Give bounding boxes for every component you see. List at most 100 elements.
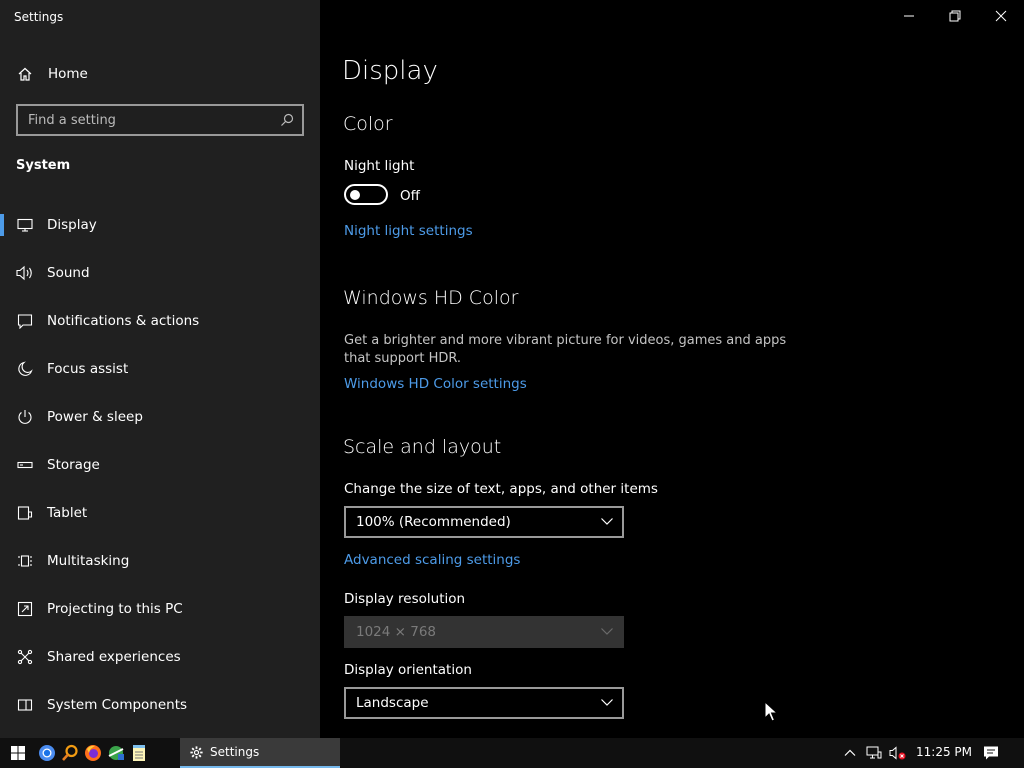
close-icon	[995, 10, 1007, 22]
sidebar-item-label: Sound	[47, 265, 90, 281]
storage-icon	[16, 456, 34, 474]
firefox-icon	[85, 745, 101, 761]
taskbar-settings-app[interactable]: Settings	[180, 738, 340, 768]
sidebar-item-sound[interactable]: Sound	[0, 249, 320, 297]
network-tray-button[interactable]	[864, 738, 884, 768]
taskbar-search-app[interactable]	[59, 738, 81, 768]
app-title: Settings	[14, 10, 64, 24]
taskbar-firefox[interactable]	[82, 738, 104, 768]
toggle-knob	[350, 189, 360, 200]
sidebar-item-label: Shared experiences	[47, 649, 181, 665]
heading-scale-layout: Scale and layout	[343, 436, 502, 458]
resolution-dropdown[interactable]: 1024 × 768	[344, 616, 624, 648]
search-box[interactable]	[16, 104, 304, 136]
power-icon	[16, 408, 34, 426]
orientation-dropdown-value: Landscape	[356, 695, 429, 711]
taskbar-network-app[interactable]	[105, 738, 127, 768]
sidebar-item-label: Projecting to this PC	[47, 601, 183, 617]
orientation-dropdown[interactable]: Landscape	[344, 687, 624, 719]
sidebar-item-multitasking[interactable]: Multitasking	[0, 537, 320, 585]
search-icon[interactable]	[272, 106, 302, 134]
hd-color-description: Get a brighter and more vibrant picture …	[344, 333, 787, 366]
action-center-icon	[984, 746, 998, 760]
start-button[interactable]	[0, 738, 36, 768]
sidebar-item-storage[interactable]: Storage	[0, 441, 320, 489]
main-content: Display Color Night light Off Night ligh…	[320, 0, 1024, 738]
moon-icon	[16, 360, 34, 378]
restore-button[interactable]	[932, 0, 978, 32]
sidebar-item-power-sleep[interactable]: Power & sleep	[0, 393, 320, 441]
magnifier-icon	[62, 744, 78, 761]
hd-color-settings-link[interactable]: Windows HD Color settings	[344, 376, 527, 392]
sidebar-item-label: Tablet	[47, 505, 88, 521]
scale-dropdown-value: 100% (Recommended)	[356, 514, 511, 530]
sidebar-item-label: System Components	[47, 697, 188, 713]
taskbar-notepad[interactable]	[128, 738, 150, 768]
minimize-button[interactable]	[886, 0, 932, 32]
chevron-down-icon	[600, 624, 614, 642]
close-button[interactable]	[978, 0, 1024, 32]
shared-icon	[16, 648, 34, 666]
sidebar-item-shared-experiences[interactable]: Shared experiences	[0, 633, 320, 681]
resolution-dropdown-value: 1024 × 768	[356, 624, 437, 640]
sidebar-item-label: Notifications & actions	[47, 313, 200, 329]
sidebar: Settings Home System Display Sound	[0, 0, 320, 738]
show-hidden-icons-button[interactable]	[840, 738, 860, 768]
sidebar-item-label: Focus assist	[47, 361, 129, 377]
page-title: Display	[342, 56, 438, 86]
night-light-toggle[interactable]	[344, 184, 388, 205]
taskbar: Settings 11:25 PM	[0, 738, 1024, 768]
restore-icon	[949, 10, 961, 22]
night-light-state: Off	[400, 188, 420, 204]
home-label: Home	[48, 66, 88, 82]
heading-hd-color: Windows HD Color	[343, 287, 519, 309]
sidebar-item-projecting[interactable]: Projecting to this PC	[0, 585, 320, 633]
section-label-system: System	[16, 158, 71, 173]
taskbar-settings-label: Settings	[210, 745, 260, 759]
notification-icon	[16, 312, 34, 330]
globe-app-icon	[108, 746, 124, 760]
cursor-arrow-icon	[764, 700, 779, 722]
sidebar-item-label: Display	[47, 217, 97, 233]
mouse-cursor	[764, 700, 779, 727]
chevron-down-icon	[600, 695, 614, 713]
home-icon	[16, 65, 34, 83]
resolution-label: Display resolution	[344, 591, 466, 607]
sidebar-item-system-components[interactable]: System Components	[0, 681, 320, 729]
scale-size-label: Change the size of text, apps, and other…	[344, 481, 658, 497]
gear-icon	[190, 745, 203, 759]
sidebar-item-notifications[interactable]: Notifications & actions	[0, 297, 320, 345]
taskbar-clock[interactable]: 11:25 PM	[916, 745, 972, 759]
nav-list: Display Sound Notifications & actions Fo…	[0, 201, 320, 729]
notepad-icon	[133, 745, 145, 761]
chevron-down-icon	[600, 514, 614, 532]
multitasking-icon	[16, 552, 34, 570]
sidebar-item-label: Power & sleep	[47, 409, 143, 425]
sidebar-item-label: Multitasking	[47, 553, 130, 569]
sidebar-item-label: Storage	[47, 457, 100, 473]
tablet-icon	[16, 504, 34, 522]
action-center-button[interactable]	[980, 738, 1002, 768]
nav-home[interactable]: Home	[0, 58, 320, 90]
projecting-icon	[16, 600, 34, 618]
sidebar-item-focus-assist[interactable]: Focus assist	[0, 345, 320, 393]
scale-dropdown[interactable]: 100% (Recommended)	[344, 506, 624, 538]
volume-muted-icon	[889, 746, 906, 760]
sidebar-item-tablet[interactable]: Tablet	[0, 489, 320, 537]
advanced-scaling-link[interactable]: Advanced scaling settings	[344, 552, 520, 568]
night-light-settings-link[interactable]: Night light settings	[344, 223, 473, 239]
chevron-up-icon	[844, 749, 856, 756]
search-input[interactable]	[28, 112, 272, 128]
network-icon	[866, 746, 882, 759]
volume-tray-button[interactable]	[887, 738, 909, 768]
windows-icon	[11, 746, 25, 760]
monitor-icon	[16, 216, 34, 234]
components-icon	[16, 696, 34, 714]
minimize-icon	[904, 15, 914, 17]
heading-color: Color	[343, 113, 393, 135]
chrome-icon	[39, 745, 55, 761]
taskbar-chrome[interactable]	[36, 738, 58, 768]
sidebar-item-display[interactable]: Display	[0, 201, 320, 249]
orientation-label: Display orientation	[344, 662, 472, 678]
speaker-icon	[16, 264, 34, 282]
